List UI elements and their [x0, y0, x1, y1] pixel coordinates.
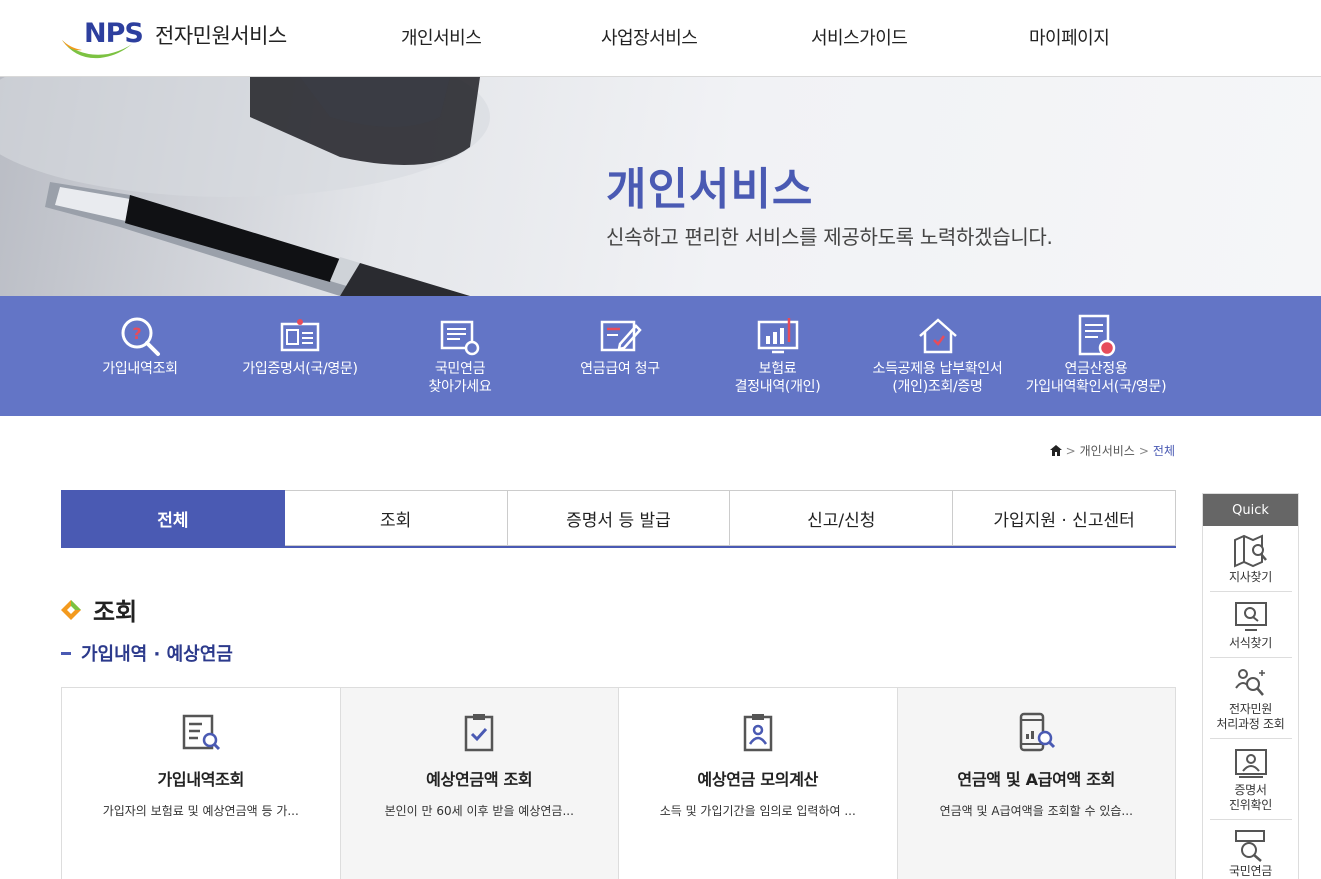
section-subtitle-text: 가입내역 · 예상연금: [81, 644, 233, 665]
chevron-right-icon: >: [1065, 443, 1076, 458]
quick-national-pension[interactable]: 국민연금: [1210, 828, 1292, 879]
card-pension-simulation[interactable]: 예상연금 모의계산 소득 및 가입기간을 임의로 입력하여 ...: [619, 688, 898, 879]
nav-mypage[interactable]: 마이페이지: [1029, 24, 1110, 50]
card-title: 가입내역조회: [157, 770, 245, 789]
section-title-text: 조회: [93, 598, 138, 626]
certificate-icon: [1234, 749, 1267, 778]
svc-label: 가입증명서(국/영문): [242, 361, 358, 377]
tab-inquiry[interactable]: 조회: [284, 490, 508, 546]
quick-label: 국민연금: [1229, 864, 1272, 878]
quick-menu-title: Quick: [1203, 494, 1298, 526]
clipboard-check-icon: [465, 714, 494, 752]
dash-bullet: [61, 651, 71, 655]
home-icon[interactable]: [1049, 445, 1062, 456]
document-search-icon: [440, 320, 480, 356]
list-search-icon: [182, 714, 220, 751]
document-badge-icon: [1078, 314, 1116, 357]
svc-enrollment-certificate[interactable]: 가입증명서(국/영문): [225, 296, 375, 416]
card-description: 연금액 및 A급여액을 조회할 수 있습...: [939, 804, 1133, 818]
card-enrollment-inquiry[interactable]: 가입내역조회 가입자의 보험료 및 예상연금액 등 가...: [62, 688, 341, 879]
logo-wordmark: NPS: [84, 18, 144, 49]
svc-label: 연금산정용 가입내역확인서(국/영문): [1025, 361, 1167, 395]
banner-title: 개인서비스: [606, 164, 814, 215]
svc-pension-calc-certificate[interactable]: 연금산정용 가입내역확인서(국/영문): [1015, 296, 1177, 416]
breadcrumb: > 개인서비스 > 전체: [1049, 442, 1175, 459]
tab-support-center[interactable]: 가입지원 · 신고센터: [953, 490, 1176, 546]
section-title: 조회: [61, 592, 137, 627]
magnifier-question-icon: ?: [121, 317, 160, 356]
svc-label: 가입내역조회: [102, 361, 178, 377]
form-pen-icon: [600, 320, 642, 352]
svc-label: 보험료 결정내역(개인): [734, 361, 821, 395]
people-search-icon: [1234, 669, 1265, 696]
quick-find-form[interactable]: 서식찾기: [1209, 600, 1292, 658]
svc-label: 국민연금 찾아가세요: [428, 361, 492, 395]
phone-search-icon: [1020, 712, 1056, 752]
breadcrumb-current: 전체: [1152, 444, 1175, 458]
tab-report-apply[interactable]: 신고/신청: [730, 490, 954, 546]
diamond-bullet-icon: [61, 599, 81, 620]
pen-illustration: [0, 77, 490, 296]
svc-label: 연금급여 청구: [580, 361, 660, 377]
nav-business-service[interactable]: 사업장서비스: [601, 24, 698, 50]
svc-pension-claim[interactable]: 연금급여 청구: [560, 296, 680, 416]
banner-subtitle: 신속하고 편리한 서비스를 제공하도록 노력하겠습니다.: [606, 225, 1053, 249]
quick-label: 지사찾기: [1229, 570, 1272, 584]
nav-service-guide[interactable]: 서비스가이드: [811, 24, 908, 50]
site-name: 전자민원서비스: [155, 24, 287, 48]
card-title: 예상연금 모의계산: [697, 770, 819, 789]
site-logo[interactable]: NPS 전자민원서비스: [60, 18, 300, 62]
quick-find-branch[interactable]: 지사찾기: [1209, 534, 1292, 592]
chevron-right-icon: >: [1138, 443, 1149, 458]
monitor-search-icon: [1234, 602, 1267, 631]
svc-premium-decision[interactable]: 보험료 결정내역(개인): [710, 296, 845, 416]
tab-certificate[interactable]: 증명서 등 발급: [507, 490, 731, 546]
site-header: NPS 전자민원서비스 개인서비스 사업장서비스 서비스가이드 마이페이지: [0, 0, 1321, 77]
quick-label: 서식찾기: [1229, 636, 1272, 650]
breadcrumb-level1[interactable]: 개인서비스: [1080, 442, 1135, 459]
card-expected-pension[interactable]: 예상연금액 조회 본인이 만 60세 이후 받을 예상연금...: [340, 688, 619, 879]
card-title: 연금액 및 A급여액 조회: [957, 770, 1116, 789]
hero-banner: 개인서비스 신속하고 편리한 서비스를 제공하도록 노력하겠습니다.: [0, 77, 1321, 296]
map-search-icon: [1233, 534, 1267, 568]
quick-label: 증명서 진위확인: [1229, 783, 1272, 812]
section-subtitle: 가입내역 · 예상연금: [61, 640, 233, 666]
card-description: 본인이 만 60세 이후 받을 예상연금...: [384, 804, 574, 818]
svg-text:?: ?: [132, 324, 141, 343]
quick-process-inquiry[interactable]: 전자민원 처리과정 조회: [1209, 666, 1292, 739]
category-tabs: 전체 조회 증명서 등 발급 신고/신청 가입지원 · 신고센터: [61, 490, 1176, 548]
quick-certificate-verify[interactable]: 증명서 진위확인: [1209, 747, 1292, 820]
svc-enrollment-inquiry[interactable]: ? 가입내역조회: [80, 296, 200, 416]
nav-personal-service[interactable]: 개인서비스: [401, 24, 482, 50]
svc-find-pension[interactable]: 국민연금 찾아가세요: [400, 296, 520, 416]
service-card-grid: 가입내역조회 가입자의 보험료 및 예상연금액 등 가... 예상연금액 조회 …: [61, 687, 1176, 879]
card-description: 가입자의 보험료 및 예상연금액 등 가...: [102, 804, 299, 818]
quick-menu-panel: Quick 지사찾기 서식찾기 전자민원 처리과정 조회 증명서 진위확인 국민…: [1202, 493, 1299, 879]
clipboard-person-icon: [743, 714, 772, 752]
quick-label: 전자민원 처리과정 조회: [1216, 702, 1285, 731]
coin-search-icon: [1234, 830, 1265, 862]
card-pension-a-benefit[interactable]: 연금액 및 A급여액 조회 연금액 및 A급여액을 조회할 수 있습...: [897, 688, 1176, 879]
tab-all[interactable]: 전체: [61, 490, 285, 546]
id-card-icon: [280, 319, 320, 352]
card-title: 예상연금액 조회: [426, 770, 533, 789]
card-description: 소득 및 가입기간을 임의로 입력하여 ...: [659, 804, 856, 818]
svc-tax-deduction[interactable]: 소득공제용 납부확인서 (개인)조회/증명: [860, 296, 1015, 416]
quick-service-bar: ? 가입내역조회 가입증명서(국/영문) 국민연금 찾아가세요 연금급여 청구 …: [0, 296, 1321, 416]
monitor-chart-icon: [757, 318, 798, 354]
house-icon: [918, 318, 957, 354]
svc-label: 소득공제용 납부확인서 (개인)조회/증명: [872, 361, 1003, 395]
